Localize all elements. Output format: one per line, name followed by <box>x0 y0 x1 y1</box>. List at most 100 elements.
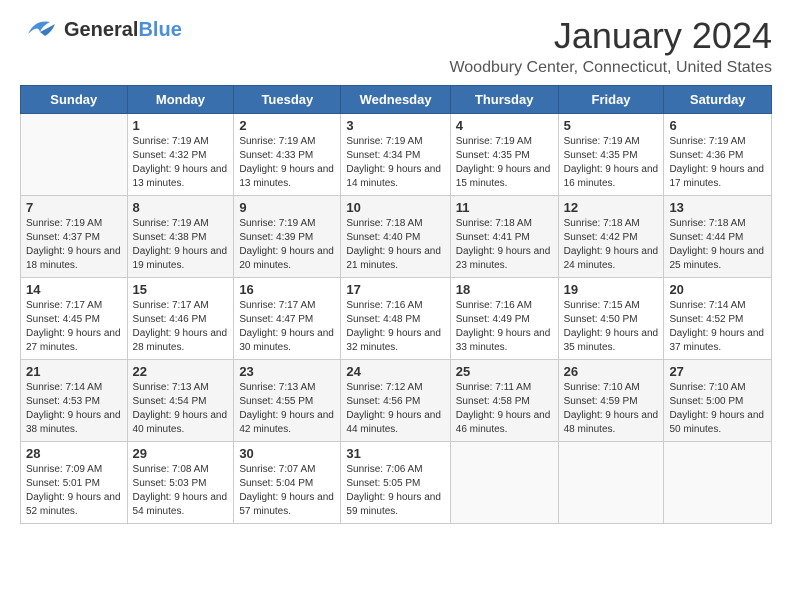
calendar-day-cell: 11Sunrise: 7:18 AM Sunset: 4:41 PM Dayli… <box>450 196 558 278</box>
day-number: 21 <box>26 364 122 379</box>
day-info: Sunrise: 7:08 AM Sunset: 5:03 PM Dayligh… <box>133 463 229 519</box>
month-title: January 2024 <box>449 15 772 57</box>
calendar-day-cell: 16 Sunrise: 7:17 AM Sunset: 4:47 PM Dayli… <box>234 278 341 360</box>
calendar-day-cell: 6Sunrise: 7:19 AM Sunset: 4:36 PM Daylig… <box>664 114 772 196</box>
day-info: Sunrise: 7:18 AM Sunset: 4:40 PM Dayligh… <box>346 217 444 273</box>
day-number: 15 <box>133 282 229 297</box>
calendar-day-cell: 20 Sunrise: 7:14 AM Sunset: 4:52 PM Dayli… <box>664 278 772 360</box>
weekday-header-tuesday: Tuesday <box>234 86 341 114</box>
calendar-day-cell: 27 Sunrise: 7:10 AM Sunset: 5:00 PM Dayli… <box>664 360 772 442</box>
day-number: 24 <box>346 364 444 379</box>
calendar-table: SundayMondayTuesdayWednesdayThursdayFrid… <box>20 85 772 524</box>
day-info: Sunrise: 7:12 AM Sunset: 4:56 PM Dayligh… <box>346 381 444 437</box>
weekday-header-wednesday: Wednesday <box>341 86 450 114</box>
logo-text: GeneralBlue <box>64 20 182 40</box>
calendar-day-cell: 7 Sunrise: 7:19 AM Sunset: 4:37 PM Daylig… <box>21 196 128 278</box>
weekday-header-thursday: Thursday <box>450 86 558 114</box>
calendar-day-cell: 14 Sunrise: 7:17 AM Sunset: 4:45 PM Dayli… <box>21 278 128 360</box>
calendar-day-cell: 15Sunrise: 7:17 AM Sunset: 4:46 PM Dayli… <box>127 278 234 360</box>
day-info: Sunrise: 7:19 AM Sunset: 4:39 PM Dayligh… <box>239 217 335 273</box>
location: Woodbury Center, Connecticut, United Sta… <box>449 59 772 77</box>
day-info: Sunrise: 7:19 AM Sunset: 4:36 PM Dayligh… <box>669 135 766 191</box>
day-info: Sunrise: 7:13 AM Sunset: 4:54 PM Dayligh… <box>133 381 229 437</box>
day-number: 20 <box>669 282 766 297</box>
calendar-day-cell: 24 Sunrise: 7:12 AM Sunset: 4:56 PM Dayli… <box>341 360 450 442</box>
calendar-day-cell: 29 Sunrise: 7:08 AM Sunset: 5:03 PM Dayli… <box>127 442 234 524</box>
day-number: 30 <box>239 446 335 461</box>
day-number: 29 <box>133 446 229 461</box>
day-info: Sunrise: 7:19 AM Sunset: 4:33 PM Dayligh… <box>239 135 335 191</box>
calendar-day-cell: 12 Sunrise: 7:18 AM Sunset: 4:42 PM Dayli… <box>558 196 664 278</box>
calendar-day-cell: 10 Sunrise: 7:18 AM Sunset: 4:40 PM Dayli… <box>341 196 450 278</box>
day-number: 10 <box>346 200 444 215</box>
calendar-day-cell: 23 Sunrise: 7:13 AM Sunset: 4:55 PM Dayli… <box>234 360 341 442</box>
day-number: 18 <box>456 282 553 297</box>
day-number: 17 <box>346 282 444 297</box>
day-number: 2 <box>239 118 335 133</box>
day-info: Sunrise: 7:17 AM Sunset: 4:45 PM Dayligh… <box>26 299 122 355</box>
calendar-day-cell: 1 Sunrise: 7:19 AM Sunset: 4:32 PM Daylig… <box>127 114 234 196</box>
calendar-day-cell: 2 Sunrise: 7:19 AM Sunset: 4:33 PM Daylig… <box>234 114 341 196</box>
day-number: 3 <box>346 118 444 133</box>
weekday-header-monday: Monday <box>127 86 234 114</box>
day-info: Sunrise: 7:06 AM Sunset: 5:05 PM Dayligh… <box>346 463 444 519</box>
logo-general: General <box>64 19 138 41</box>
calendar-week-row: 14 Sunrise: 7:17 AM Sunset: 4:45 PM Dayli… <box>21 278 772 360</box>
calendar-week-row: 28 Sunrise: 7:09 AM Sunset: 5:01 PM Dayli… <box>21 442 772 524</box>
day-number: 1 <box>133 118 229 133</box>
day-number: 26 <box>564 364 659 379</box>
logo-icon <box>20 15 60 45</box>
day-number: 23 <box>239 364 335 379</box>
day-number: 16 <box>239 282 335 297</box>
day-info: Sunrise: 7:10 AM Sunset: 5:00 PM Dayligh… <box>669 381 766 437</box>
day-info: Sunrise: 7:19 AM Sunset: 4:38 PM Dayligh… <box>133 217 229 273</box>
calendar-day-cell <box>450 442 558 524</box>
day-info: Sunrise: 7:19 AM Sunset: 4:32 PM Dayligh… <box>133 135 229 191</box>
day-info: Sunrise: 7:15 AM Sunset: 4:50 PM Dayligh… <box>564 299 659 355</box>
day-info: Sunrise: 7:10 AM Sunset: 4:59 PM Dayligh… <box>564 381 659 437</box>
day-info: Sunrise: 7:16 AM Sunset: 4:49 PM Dayligh… <box>456 299 553 355</box>
day-info: Sunrise: 7:11 AM Sunset: 4:58 PM Dayligh… <box>456 381 553 437</box>
day-number: 14 <box>26 282 122 297</box>
weekday-header-sunday: Sunday <box>21 86 128 114</box>
calendar-day-cell <box>664 442 772 524</box>
calendar-day-cell: 26 Sunrise: 7:10 AM Sunset: 4:59 PM Dayli… <box>558 360 664 442</box>
calendar-day-cell: 21 Sunrise: 7:14 AM Sunset: 4:53 PM Dayli… <box>21 360 128 442</box>
day-number: 27 <box>669 364 766 379</box>
calendar-day-cell: 30Sunrise: 7:07 AM Sunset: 5:04 PM Dayli… <box>234 442 341 524</box>
day-number: 13 <box>669 200 766 215</box>
day-info: Sunrise: 7:13 AM Sunset: 4:55 PM Dayligh… <box>239 381 335 437</box>
calendar-day-cell: 17 Sunrise: 7:16 AM Sunset: 4:48 PM Dayli… <box>341 278 450 360</box>
calendar-week-row: 21 Sunrise: 7:14 AM Sunset: 4:53 PM Dayli… <box>21 360 772 442</box>
calendar-day-cell: 22Sunrise: 7:13 AM Sunset: 4:54 PM Dayli… <box>127 360 234 442</box>
day-number: 31 <box>346 446 444 461</box>
day-info: Sunrise: 7:14 AM Sunset: 4:52 PM Dayligh… <box>669 299 766 355</box>
day-info: Sunrise: 7:19 AM Sunset: 4:35 PM Dayligh… <box>456 135 553 191</box>
header: GeneralBlue January 2024 Woodbury Center… <box>20 15 772 77</box>
day-number: 19 <box>564 282 659 297</box>
day-info: Sunrise: 7:14 AM Sunset: 4:53 PM Dayligh… <box>26 381 122 437</box>
calendar-day-cell: 18 Sunrise: 7:16 AM Sunset: 4:49 PM Dayli… <box>450 278 558 360</box>
day-number: 7 <box>26 200 122 215</box>
day-info: Sunrise: 7:19 AM Sunset: 4:37 PM Dayligh… <box>26 217 122 273</box>
day-info: Sunrise: 7:17 AM Sunset: 4:47 PM Dayligh… <box>239 299 335 355</box>
day-number: 28 <box>26 446 122 461</box>
calendar-day-cell: 31 Sunrise: 7:06 AM Sunset: 5:05 PM Dayli… <box>341 442 450 524</box>
calendar-day-cell: 28 Sunrise: 7:09 AM Sunset: 5:01 PM Dayli… <box>21 442 128 524</box>
day-info: Sunrise: 7:18 AM Sunset: 4:42 PM Dayligh… <box>564 217 659 273</box>
calendar-day-cell: 8 Sunrise: 7:19 AM Sunset: 4:38 PM Daylig… <box>127 196 234 278</box>
calendar-day-cell <box>558 442 664 524</box>
calendar-day-cell: 5 Sunrise: 7:19 AM Sunset: 4:35 PM Daylig… <box>558 114 664 196</box>
calendar-day-cell <box>21 114 128 196</box>
day-number: 12 <box>564 200 659 215</box>
day-info: Sunrise: 7:19 AM Sunset: 4:35 PM Dayligh… <box>564 135 659 191</box>
calendar-week-row: 1 Sunrise: 7:19 AM Sunset: 4:32 PM Daylig… <box>21 114 772 196</box>
weekday-header-friday: Friday <box>558 86 664 114</box>
logo-blue: Blue <box>138 19 181 41</box>
day-info: Sunrise: 7:16 AM Sunset: 4:48 PM Dayligh… <box>346 299 444 355</box>
day-info: Sunrise: 7:09 AM Sunset: 5:01 PM Dayligh… <box>26 463 122 519</box>
day-number: 25 <box>456 364 553 379</box>
day-info: Sunrise: 7:18 AM Sunset: 4:44 PM Dayligh… <box>669 217 766 273</box>
day-number: 5 <box>564 118 659 133</box>
day-number: 8 <box>133 200 229 215</box>
